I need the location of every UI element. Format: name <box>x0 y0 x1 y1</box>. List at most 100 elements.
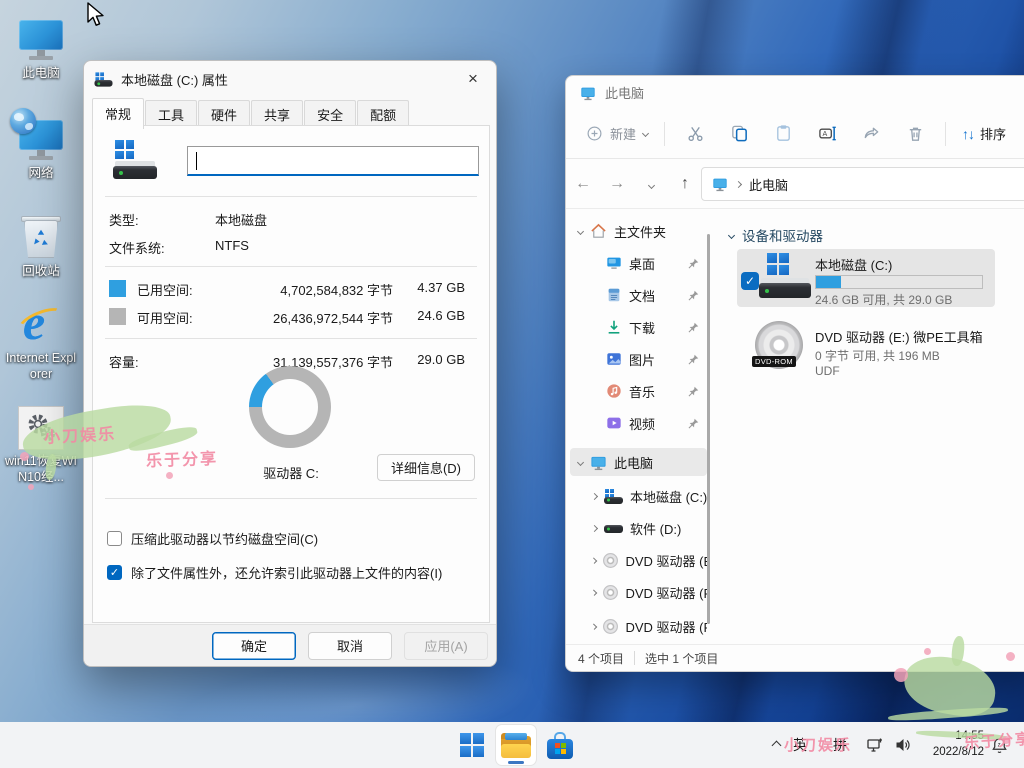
share-button[interactable] <box>849 116 893 152</box>
taskbar-file-explorer[interactable] <box>496 725 536 765</box>
breadcrumb[interactable]: 此电脑 <box>749 175 788 194</box>
sort-button[interactable]: ↑↓ 排序 <box>954 118 1014 149</box>
sidebar-item-label: 图片 <box>629 350 655 369</box>
sidebar-item-dvd-e[interactable]: DVD 驱动器 (E:) <box>570 546 707 574</box>
volume-button[interactable] <box>894 722 912 768</box>
index-checkbox-row[interactable]: ✓ 除了文件属性外，还允许索引此驱动器上文件的内容(I) <box>107 562 479 582</box>
new-button-label: 新建 <box>610 124 636 143</box>
ok-button[interactable]: 确定 <box>212 632 296 660</box>
type-row: 类型: 本地磁盘 <box>93 210 489 230</box>
sidebar-item-drive-c[interactable]: 本地磁盘 (C:) <box>570 482 707 510</box>
capacity-bytes: 31,139,557,376 字节 <box>223 352 393 371</box>
selected-checkbox[interactable]: ✓ <box>741 272 759 290</box>
sidebar-item-downloads[interactable]: 下载 <box>570 313 707 341</box>
pin-icon <box>688 417 699 432</box>
paste-button[interactable] <box>761 116 805 152</box>
sidebar-item-label: 音乐 <box>629 382 655 401</box>
system-drive-icon <box>113 140 157 182</box>
donut-hole <box>262 379 318 435</box>
sidebar-item-desktop[interactable]: 桌面 <box>570 249 707 277</box>
apply-button[interactable]: 应用(A) <box>404 632 488 660</box>
ime-language-pinyin[interactable]: 拼 <box>833 722 847 768</box>
copy-button[interactable] <box>717 116 761 152</box>
system-drive-icon <box>604 489 623 504</box>
compress-checkbox-row[interactable]: 压缩此驱动器以节约磁盘空间(C) <box>107 528 479 548</box>
sidebar-scrollbar[interactable] <box>707 234 710 624</box>
used-size: 4.37 GB <box>401 280 465 295</box>
sidebar-item-this-pc[interactable]: 此电脑 <box>570 448 707 476</box>
sidebar-item-music[interactable]: 音乐 <box>570 377 707 405</box>
drive-item-dvd-e[interactable]: DVD-ROM DVD 驱动器 (E:) 微PE工具箱 0 字节 可用, 共 1… <box>737 317 995 381</box>
explorer-navbar: ← → ↑ 此电脑 <box>566 159 1024 209</box>
explorer-window: 此电脑 新建 A ↑↓ 排序 ← <box>565 75 1024 672</box>
downloads-icon <box>606 319 622 335</box>
tab-general[interactable]: 常规 <box>92 98 144 129</box>
dvd-icon: DVD-ROM <box>755 321 803 369</box>
network-tray-button[interactable] <box>866 722 884 768</box>
sidebar-item-drive-d[interactable]: 软件 (D:) <box>570 514 707 542</box>
drive-info: 0 字节 可用, 共 196 MB <box>815 347 940 364</box>
field-label: 已用空间: <box>137 280 193 299</box>
cancel-button[interactable]: 取消 <box>308 632 392 660</box>
filesystem-row: 文件系统: NTFS <box>93 238 489 258</box>
desktop-icon-internet-explorer[interactable]: e Internet Explorer <box>2 293 80 383</box>
taskbar-store[interactable] <box>540 725 580 765</box>
pin-icon <box>688 353 699 368</box>
rename-button[interactable]: A <box>805 116 849 152</box>
close-icon[interactable]: × <box>450 61 496 97</box>
taskbar-clock[interactable]: 14:55 2022/8/12 <box>912 722 984 768</box>
start-button[interactable] <box>452 725 492 765</box>
sidebar-item-dvd-f[interactable]: DVD 驱动器 (F:) <box>570 578 707 606</box>
separator <box>105 498 477 499</box>
drive-info: 24.6 GB 可用, 共 29.0 GB <box>815 291 952 308</box>
back-button[interactable]: ← <box>566 175 600 193</box>
desktop-icon-network[interactable]: 网络 <box>2 112 80 181</box>
internet-explorer-icon: e <box>16 293 66 347</box>
desktop-icon-this-pc[interactable]: 此电脑 <box>2 12 80 81</box>
field-value: NTFS <box>215 238 249 253</box>
free-bytes: 26,436,972,544 字节 <box>223 308 393 327</box>
svg-text:A: A <box>822 130 827 138</box>
field-label: 容量: <box>109 352 139 371</box>
explorer-titlebar[interactable]: 此电脑 <box>566 76 1024 109</box>
forward-button[interactable]: → <box>600 175 634 193</box>
new-button[interactable]: 新建 <box>578 118 656 149</box>
sidebar-item-documents[interactable]: 文档 <box>570 281 707 309</box>
desktop-icon-label: Internet Explorer <box>3 350 79 383</box>
drive-item-c[interactable]: ✓ 本地磁盘 (C:) 24.6 GB 可用, 共 29.0 GB <box>737 249 995 307</box>
used-space-swatch <box>109 280 126 297</box>
desktop-icon-win11-restore[interactable]: win11恢复WIN10经... <box>2 400 80 486</box>
compress-checkbox[interactable] <box>107 531 122 546</box>
history-dropdown-button[interactable] <box>634 175 668 193</box>
tray-chevron-icon <box>771 740 781 750</box>
sidebar-item-home[interactable]: 主文件夹 <box>570 217 707 245</box>
dialog-titlebar[interactable]: 本地磁盘 (C:) 属性 <box>84 61 496 97</box>
drive-filesystem: UDF <box>815 364 840 378</box>
sort-button-label: 排序 <box>980 124 1006 143</box>
desktop-icon-recycle-bin[interactable]: 回收站 <box>2 210 80 279</box>
free-space-row: 可用空间: 26,436,972,544 字节 24.6 GB <box>93 308 489 328</box>
sidebar-item-label: 主文件夹 <box>614 222 666 241</box>
sidebar-item-label: 下载 <box>629 318 655 337</box>
checkbox-label: 压缩此驱动器以节约磁盘空间(C) <box>131 529 318 548</box>
up-button[interactable]: ↑ <box>668 175 702 193</box>
cut-button[interactable] <box>673 116 717 152</box>
index-checkbox[interactable]: ✓ <box>107 565 122 580</box>
tray-chevron[interactable] <box>764 722 788 768</box>
sidebar-item-videos[interactable]: 视频 <box>570 409 707 437</box>
sidebar-item-dvd-2[interactable]: DVD 驱动器 (F:) <box>570 612 707 640</box>
svg-text:z: z <box>998 741 1001 748</box>
sidebar-item-pictures[interactable]: 图片 <box>570 345 707 373</box>
notification-bell-button[interactable]: z <box>990 722 1009 768</box>
delete-button[interactable] <box>893 116 937 152</box>
dvd-icon <box>603 619 618 634</box>
address-bar[interactable]: 此电脑 <box>701 167 1024 201</box>
pin-icon <box>688 385 699 400</box>
ime-language-en[interactable]: 英 <box>793 722 807 768</box>
explorer-sidebar: 主文件夹 桌面 文档 下载 图片 <box>566 209 711 644</box>
details-button[interactable]: 详细信息(D) <box>377 454 475 481</box>
documents-icon <box>606 287 622 303</box>
sidebar-item-label: 此电脑 <box>614 453 653 472</box>
volume-label-input[interactable] <box>187 146 479 176</box>
section-header-devices[interactable]: 设备和驱动器 <box>729 225 823 245</box>
